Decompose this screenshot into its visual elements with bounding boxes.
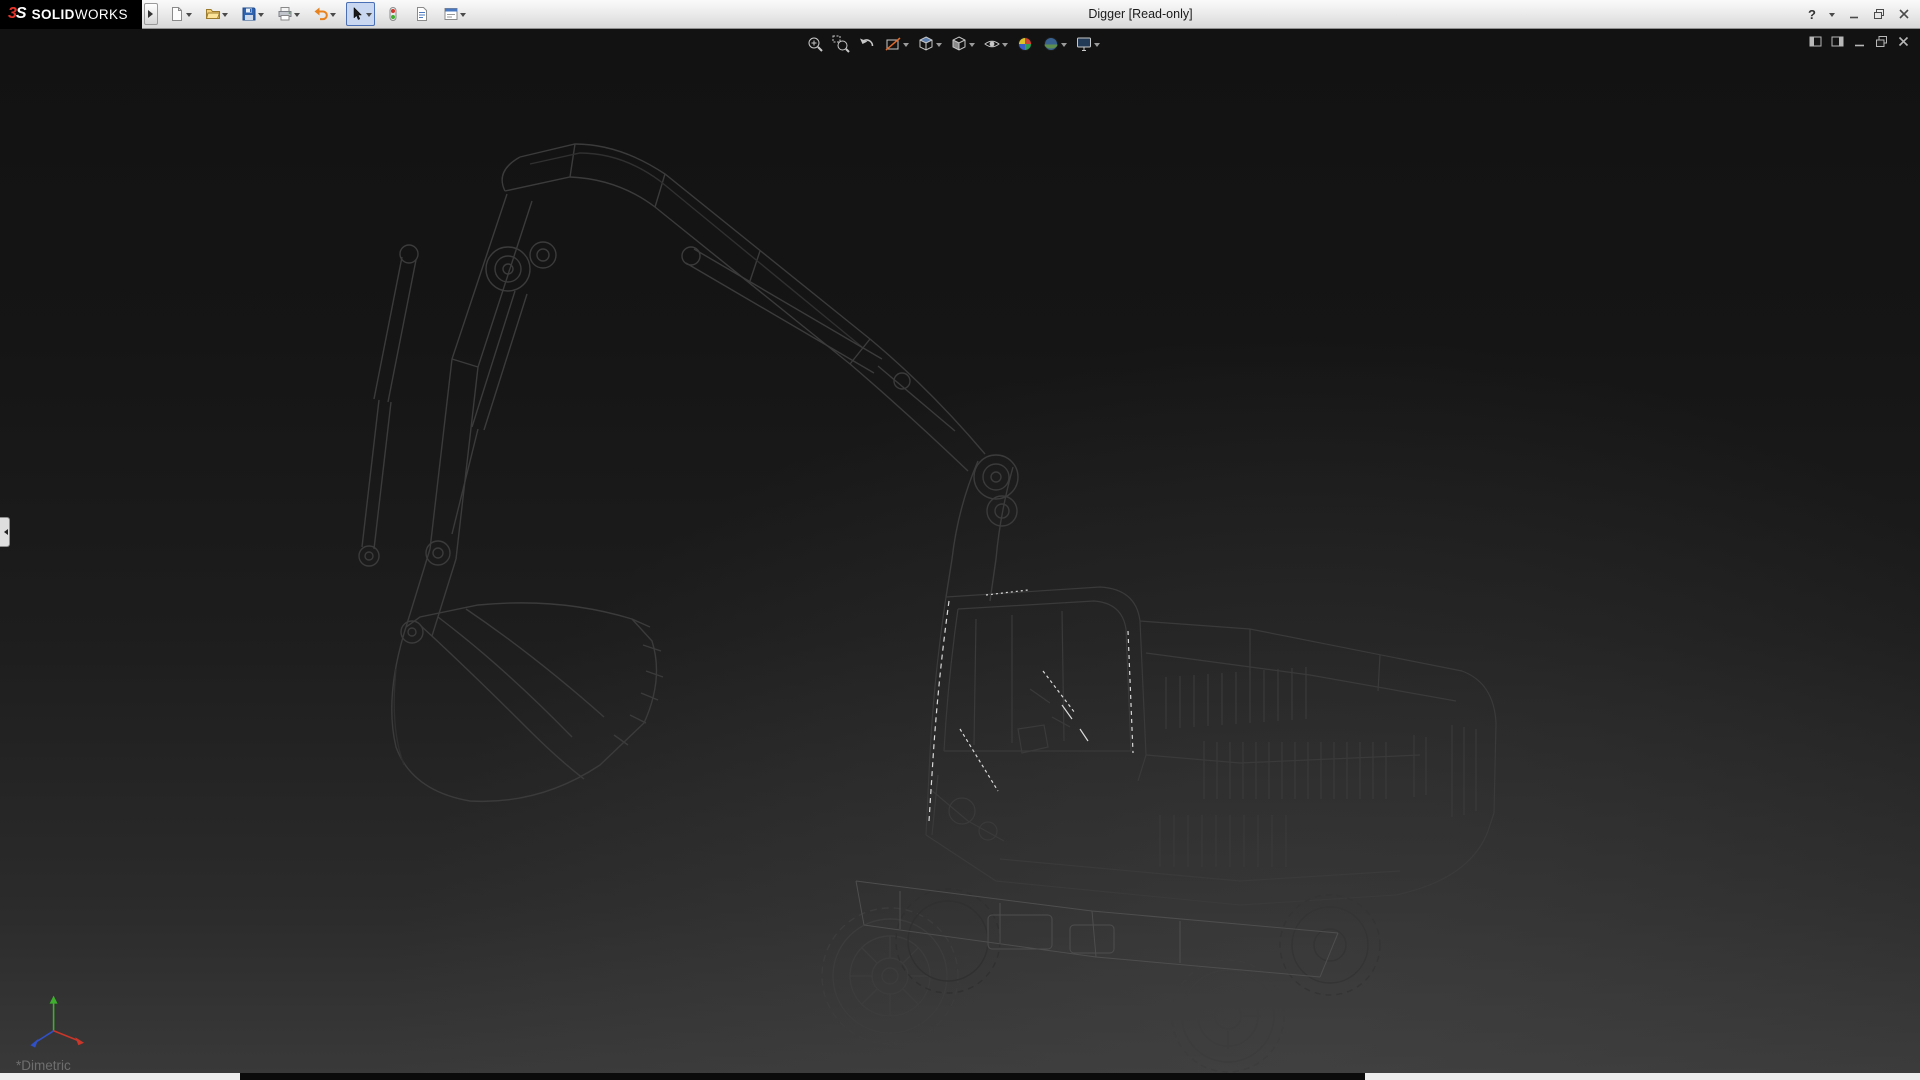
digger-wireframe-model[interactable] xyxy=(0,29,1920,1073)
pane-left-icon xyxy=(1809,35,1822,48)
dropdown-arrow-icon[interactable] xyxy=(936,43,942,50)
help-dropdown-arrow-icon[interactable] xyxy=(1829,13,1835,20)
zoom-to-area-icon xyxy=(832,35,850,53)
zoom-to-area-button[interactable] xyxy=(830,33,852,55)
pane-left-button[interactable] xyxy=(1809,35,1822,48)
open-button[interactable] xyxy=(202,2,231,26)
restore-icon xyxy=(1873,8,1885,20)
view-orientation-button[interactable] xyxy=(915,33,944,55)
orientation-triad-icon xyxy=(20,985,92,1051)
restore-document-button[interactable] xyxy=(1875,35,1888,48)
dropdown-arrow-icon[interactable] xyxy=(903,43,909,50)
save-icon xyxy=(241,6,257,22)
orientation-label: *Dimetric xyxy=(16,1058,71,1073)
maximize-button[interactable] xyxy=(1873,8,1885,20)
rebuild-button[interactable] xyxy=(382,2,404,26)
hide-show-items-eye-icon xyxy=(983,35,1001,53)
zoom-to-fit-button[interactable] xyxy=(804,33,826,55)
chevron-right-icon xyxy=(148,10,157,18)
apply-scene-button[interactable] xyxy=(1040,33,1069,55)
apply-scene-icon xyxy=(1042,35,1060,53)
previous-view-icon xyxy=(858,35,876,53)
chevron-left-icon xyxy=(1,529,8,535)
heads-up-toolbar xyxy=(804,33,1102,55)
print-button[interactable] xyxy=(274,2,303,26)
file-properties-button[interactable] xyxy=(411,2,433,26)
close-icon xyxy=(1898,8,1910,20)
view-settings-button[interactable] xyxy=(1073,33,1102,55)
print-icon xyxy=(277,6,293,22)
dropdown-arrow-icon[interactable] xyxy=(222,13,228,20)
brand-name: SOLIDWORKS xyxy=(32,7,128,22)
minimize-button[interactable] xyxy=(1848,8,1860,20)
standard-toolbar xyxy=(158,2,469,26)
menu-expand-button[interactable] xyxy=(144,3,158,25)
bottom-strip-dark-segment xyxy=(240,1073,1365,1080)
zoom-to-fit-icon xyxy=(806,35,824,53)
brand-mark-icon: 3S xyxy=(8,5,26,23)
hide-show-items-button[interactable] xyxy=(981,33,1010,55)
menu-bar: 3S SOLIDWORKS xyxy=(0,0,1920,29)
bottom-strip xyxy=(0,1073,1920,1080)
pane-right-button[interactable] xyxy=(1831,35,1844,48)
minimize-document-button[interactable] xyxy=(1853,35,1866,48)
dropdown-arrow-icon[interactable] xyxy=(1002,43,1008,50)
pane-right-icon xyxy=(1831,35,1844,48)
close-document-button[interactable] xyxy=(1897,35,1910,48)
help-button[interactable]: ? xyxy=(1808,7,1816,22)
save-button[interactable] xyxy=(238,2,267,26)
view-settings-monitor-icon xyxy=(1075,35,1093,53)
dropdown-arrow-icon[interactable] xyxy=(460,13,466,20)
restore-document-icon xyxy=(1875,35,1888,48)
minimize-icon xyxy=(1848,8,1860,20)
file-properties-icon xyxy=(414,6,430,22)
options-button[interactable] xyxy=(440,2,469,26)
solidworks-logo: 3S SOLIDWORKS xyxy=(0,0,142,29)
new-document-button[interactable] xyxy=(166,2,195,26)
window-controls: ? xyxy=(1808,7,1920,22)
previous-view-button[interactable] xyxy=(856,33,878,55)
rebuild-traffic-light-icon xyxy=(385,6,401,22)
dropdown-arrow-icon[interactable] xyxy=(258,13,264,20)
document-title: Digger [Read-only] xyxy=(1088,7,1192,21)
options-form-icon xyxy=(443,6,459,22)
dropdown-arrow-icon[interactable] xyxy=(366,13,372,20)
solidworks-window: 3S SOLIDWORKS xyxy=(0,0,1920,1080)
dropdown-arrow-icon[interactable] xyxy=(330,13,336,20)
close-document-icon xyxy=(1897,35,1910,48)
display-style-button[interactable] xyxy=(948,33,977,55)
dropdown-arrow-icon[interactable] xyxy=(1094,43,1100,50)
view-orientation-cube-icon xyxy=(917,35,935,53)
undo-button[interactable] xyxy=(310,2,339,26)
edit-appearance-button[interactable] xyxy=(1014,33,1036,55)
dropdown-arrow-icon[interactable] xyxy=(1061,43,1067,50)
edit-appearance-sphere-icon xyxy=(1016,35,1034,53)
section-view-icon xyxy=(884,35,902,53)
section-view-button[interactable] xyxy=(882,33,911,55)
select-cursor-icon xyxy=(349,6,365,22)
dropdown-arrow-icon[interactable] xyxy=(186,13,192,20)
graphics-viewport[interactable]: *Dimetric xyxy=(0,29,1920,1073)
close-button[interactable] xyxy=(1898,8,1910,20)
select-tool-button[interactable] xyxy=(346,2,375,26)
dropdown-arrow-icon[interactable] xyxy=(294,13,300,20)
dropdown-arrow-icon[interactable] xyxy=(969,43,975,50)
open-folder-icon xyxy=(205,6,221,22)
minimize-document-icon xyxy=(1853,35,1866,48)
undo-icon xyxy=(313,6,329,22)
display-style-cube-icon xyxy=(950,35,968,53)
document-window-controls xyxy=(1809,35,1910,48)
feature-tree-collapse-tab[interactable] xyxy=(0,517,10,547)
new-document-icon xyxy=(169,6,185,22)
